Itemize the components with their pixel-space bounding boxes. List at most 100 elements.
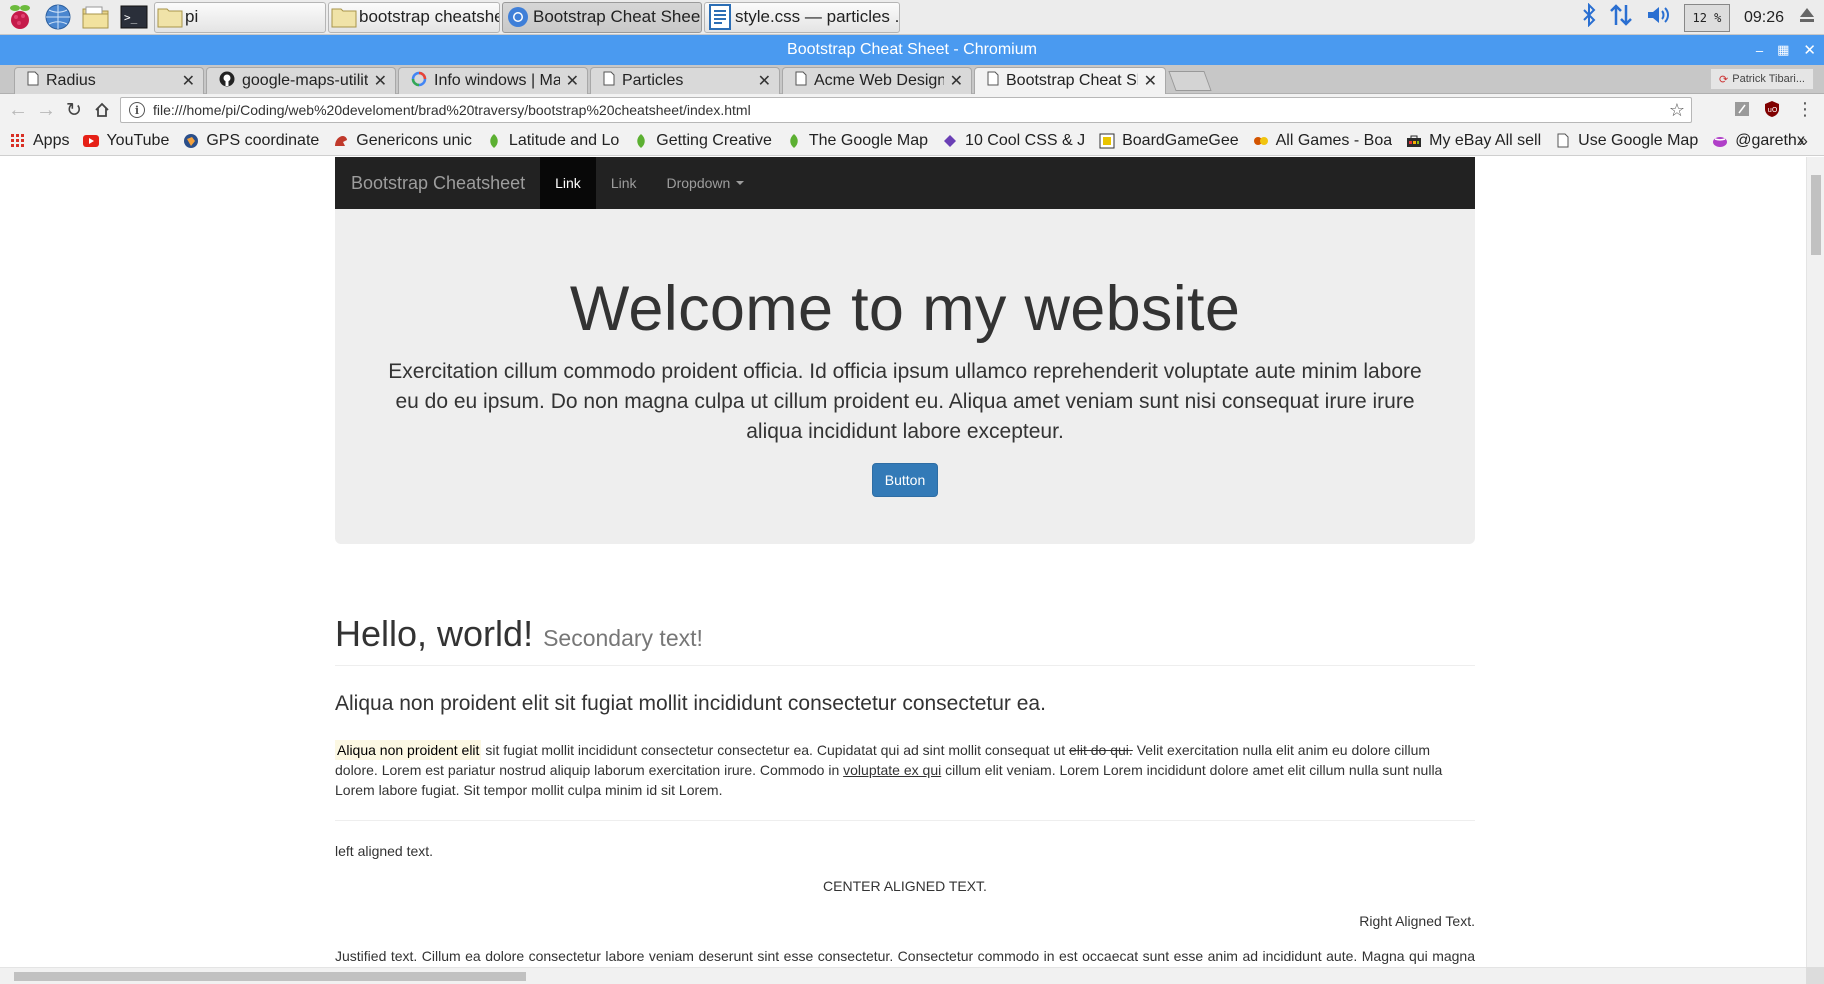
- raspberry-menu-icon[interactable]: [2, 1, 38, 33]
- primary-button[interactable]: Button: [871, 463, 939, 497]
- tab-label: Bootstrap Cheat Sh: [1006, 72, 1138, 89]
- network-icon[interactable]: [1610, 3, 1632, 32]
- nav-link[interactable]: Link: [596, 157, 652, 209]
- new-tab-button[interactable]: [1168, 71, 1212, 91]
- forward-icon[interactable]: →: [32, 96, 60, 124]
- apps-grid-icon: [10, 133, 26, 149]
- address-bar[interactable]: i file:///home/pi/Coding/web%20develomen…: [120, 97, 1692, 123]
- taskbar-task[interactable]: pi: [154, 1, 326, 33]
- bookmark-item[interactable]: 10 Cool CSS & J: [942, 132, 1085, 150]
- bookmark-label: YouTube: [106, 131, 170, 149]
- bookmark-label: @garethx: [1735, 131, 1805, 149]
- horizontal-scrollbar[interactable]: [0, 967, 1806, 984]
- bookmark-item[interactable]: Latitude and Lo: [486, 132, 619, 150]
- vertical-scrollbar[interactable]: [1806, 157, 1824, 967]
- maximize-icon[interactable]: ▦: [1777, 42, 1789, 58]
- jumbotron-heading: Welcome to my website: [569, 274, 1241, 344]
- browser-tab[interactable]: Info windows | Ma ✕: [398, 67, 588, 94]
- bookmark-label: My eBay All sell: [1429, 131, 1542, 149]
- tab-close-icon[interactable]: ✕: [566, 71, 579, 91]
- bookmark-item[interactable]: YouTube: [83, 132, 169, 150]
- tab-close-icon[interactable]: ✕: [1144, 71, 1157, 91]
- page-viewport: Bootstrap Cheatsheet Link Link Dropdown …: [0, 157, 1806, 967]
- tab-close-icon[interactable]: ✕: [950, 71, 963, 91]
- bookmark-item[interactable]: The Google Map: [786, 132, 928, 150]
- tab-label: google-maps-utilit: [242, 72, 368, 89]
- left-aligned-text: left aligned text.: [335, 843, 434, 859]
- github-icon: [219, 71, 235, 92]
- web-browser-icon[interactable]: [40, 1, 76, 33]
- tab-label: Info windows | Ma: [434, 72, 560, 89]
- volume-icon[interactable]: [1646, 4, 1670, 31]
- back-icon[interactable]: ←: [4, 96, 32, 124]
- bookmark-item[interactable]: Use Google Map: [1555, 132, 1698, 150]
- vertical-scroll-thumb[interactable]: [1811, 175, 1821, 255]
- bookmark-icon: [942, 133, 958, 149]
- file-manager-icon[interactable]: [78, 1, 114, 33]
- tab-close-icon[interactable]: ✕: [758, 71, 771, 91]
- profile-button[interactable]: ⟳ Patrick Tibari...: [1710, 68, 1814, 90]
- bookmark-item[interactable]: Getting Creative: [633, 132, 772, 150]
- bookmark-item[interactable]: @garethx: [1712, 132, 1805, 150]
- browser-tab[interactable]: google-maps-utilit ✕: [206, 67, 396, 94]
- divider: [335, 820, 1475, 821]
- site-navbar: Bootstrap Cheatsheet Link Link Dropdown: [335, 157, 1475, 209]
- window-titlebar: Bootstrap Cheat Sheet - Chromium – ▦ ✕: [0, 35, 1824, 65]
- page-icon: [603, 71, 615, 91]
- navbar-brand[interactable]: Bootstrap Cheatsheet: [335, 157, 540, 209]
- horizontal-scroll-thumb[interactable]: [14, 972, 526, 981]
- ublock-icon[interactable]: uO: [1764, 98, 1780, 120]
- bookmark-item[interactable]: Apps: [10, 132, 69, 150]
- minimize-icon[interactable]: –: [1756, 43, 1763, 58]
- reload-icon[interactable]: ↻: [60, 96, 88, 124]
- youtube-icon: [83, 133, 100, 149]
- boardgame-icon: [1099, 133, 1115, 149]
- nav-link-active[interactable]: Link: [540, 157, 596, 209]
- bookmark-item[interactable]: My eBay All sell: [1406, 132, 1541, 150]
- terminal-icon[interactable]: >_: [116, 1, 152, 33]
- hello-heading: Hello, world!: [335, 613, 534, 654]
- more-bookmarks-icon[interactable]: »: [1799, 131, 1808, 151]
- tab-close-icon[interactable]: ✕: [182, 71, 195, 91]
- justified-text: Justified text. Cillum ea dolore consect…: [335, 948, 1475, 964]
- page-icon: [795, 71, 807, 91]
- bookmark-label: GPS coordinate: [206, 131, 320, 149]
- bookmark-item[interactable]: BoardGameGee: [1099, 132, 1239, 150]
- bookmark-label: Apps: [33, 131, 70, 149]
- tab-label: Acme Web Design: [814, 72, 944, 89]
- taskbar-task-label: Bootstrap Cheat Shee...: [533, 7, 702, 26]
- taskbar-task[interactable]: style.css — particles ...: [704, 1, 900, 33]
- bluetooth-icon[interactable]: [1582, 2, 1596, 32]
- bookmark-item[interactable]: Genericons unic: [333, 132, 472, 150]
- highlighted-text: Aliqua non proident elit: [335, 740, 482, 760]
- bookmark-star-icon[interactable]: ☆: [1669, 100, 1685, 121]
- taskbar-task[interactable]: Bootstrap Cheat Shee...: [502, 1, 702, 33]
- google-dev-icon: [411, 71, 427, 92]
- leaf-icon: [633, 133, 649, 149]
- browser-tab-active[interactable]: Bootstrap Cheat Sh ✕: [974, 67, 1166, 94]
- browser-tab[interactable]: Particles ✕: [590, 67, 780, 94]
- menu-icon[interactable]: ⋮: [1796, 98, 1814, 120]
- eject-icon[interactable]: [1798, 6, 1816, 29]
- taskbar-task[interactable]: bootstrap cheatsheet: [328, 1, 500, 33]
- extension-icon[interactable]: [1734, 98, 1750, 120]
- home-icon[interactable]: [88, 96, 116, 124]
- nav-dropdown-label: Dropdown: [666, 175, 731, 191]
- tab-close-icon[interactable]: ✕: [374, 71, 387, 91]
- clock[interactable]: 09:26: [1744, 9, 1784, 27]
- profile-label: Patrick Tibari...: [1732, 73, 1805, 85]
- bookmark-item[interactable]: GPS coordinate: [183, 132, 319, 150]
- bookmark-label: Genericons unic: [356, 131, 472, 149]
- text-editor-icon: [705, 3, 735, 32]
- close-icon[interactable]: ✕: [1803, 41, 1816, 59]
- bookmark-item[interactable]: All Games - Boa: [1253, 132, 1392, 150]
- browser-tab[interactable]: Radius ✕: [14, 67, 204, 94]
- bookmarks-bar: Apps YouTube GPS coordinate Genericons u…: [0, 126, 1824, 156]
- nav-dropdown[interactable]: Dropdown: [652, 157, 760, 209]
- site-info-icon[interactable]: i: [129, 102, 145, 118]
- bookmark-label: Getting Creative: [656, 131, 772, 149]
- leaf-icon: [786, 133, 802, 149]
- secondary-text: Secondary text!: [543, 625, 703, 651]
- page-container: Bootstrap Cheatsheet Link Link Dropdown …: [335, 157, 1475, 967]
- browser-tab[interactable]: Acme Web Design ✕: [782, 67, 972, 94]
